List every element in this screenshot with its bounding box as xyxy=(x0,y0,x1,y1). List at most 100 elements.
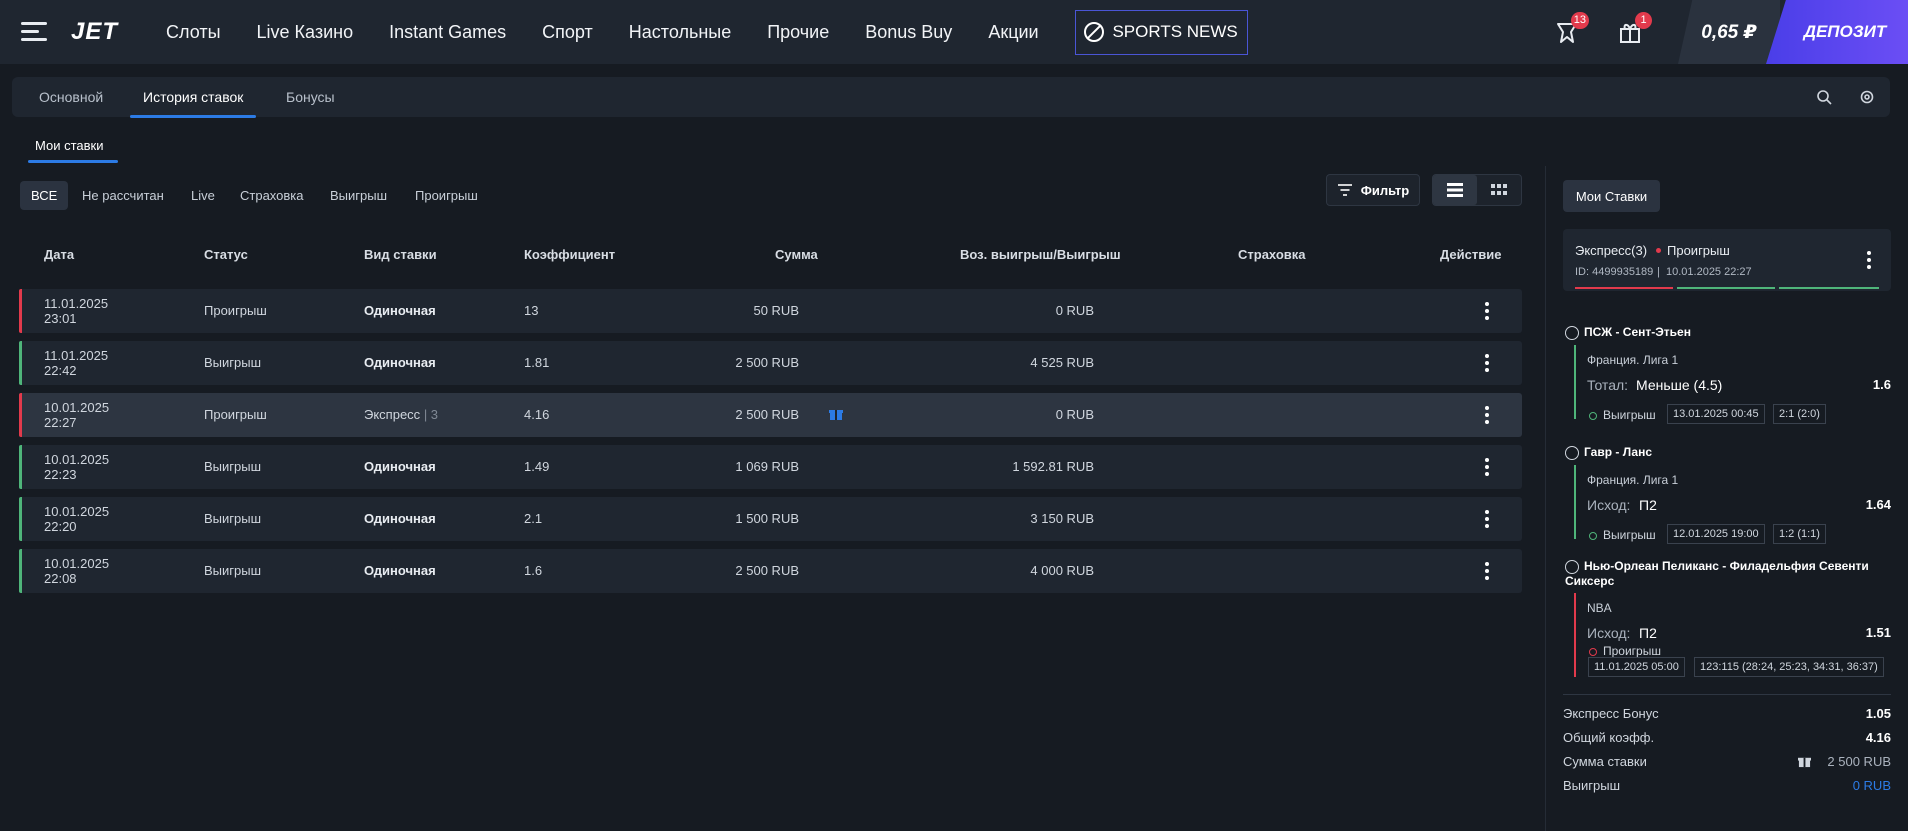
event-result: Проигрыш xyxy=(1603,644,1661,658)
table-row[interactable]: 10.01.2025 22:20 Выигрыш Одиночная 2.1 1 … xyxy=(19,497,1522,541)
filter-live[interactable]: Live xyxy=(191,188,215,203)
bet-status: Проигрыш xyxy=(1667,243,1730,258)
balance[interactable]: 0,65 ₽ xyxy=(1678,0,1780,64)
nav-bonus-buy[interactable]: Bonus Buy xyxy=(865,22,952,43)
bet-summary-card[interactable]: Экспресс(3) Проигрыш ID: 4499935189 | 10… xyxy=(1563,229,1891,291)
bet-type: Экспресс | 3 xyxy=(364,407,439,422)
filter-insurance[interactable]: Страховка xyxy=(240,188,304,203)
event-league: Франция. Лига 1 xyxy=(1587,473,1679,487)
menu-icon[interactable] xyxy=(21,21,51,43)
filter-all[interactable]: ВСЕ xyxy=(20,181,69,210)
filter-win[interactable]: Выигрыш xyxy=(330,188,387,203)
row-menu-icon[interactable] xyxy=(1485,406,1489,424)
bet-payout: 1 592.81 RUB xyxy=(1012,459,1094,474)
grid-view-button[interactable] xyxy=(1477,175,1521,205)
bet-odds: 2.1 xyxy=(524,511,543,526)
row-menu-icon[interactable] xyxy=(1485,354,1489,372)
event-date: 11.01.2025 05:00 xyxy=(1588,657,1685,677)
bet-date: 10.01.2025 22:20 xyxy=(44,504,110,534)
result-stripe xyxy=(19,341,22,385)
gift-icon xyxy=(1798,757,1811,768)
row-menu-icon[interactable] xyxy=(1485,562,1489,580)
tab-my-bets[interactable]: Мои ставки xyxy=(35,138,103,153)
bet-date: 11.01.2025 23:01 xyxy=(44,296,109,326)
event-league: NBA xyxy=(1587,601,1612,615)
bet-date: 10.01.2025 22:27 xyxy=(44,400,110,430)
summary-label: Сумма ставки xyxy=(1563,754,1647,769)
table-row[interactable]: 11.01.2025 23:01 Проигрыш Одиночная 13 50… xyxy=(19,289,1522,333)
basketball-icon xyxy=(1565,559,1579,574)
filter-unsettled[interactable]: Не рассчитан xyxy=(82,188,164,203)
tab-bonuses[interactable]: Бонусы xyxy=(286,89,335,105)
sports-news-button[interactable]: SPORTS NEWS xyxy=(1074,9,1248,55)
event-odds: 1.51 xyxy=(1865,625,1891,640)
nav-sport[interactable]: Спорт xyxy=(542,22,593,43)
table-row[interactable]: 10.01.2025 22:23 Выигрыш Одиночная 1.49 1… xyxy=(19,445,1522,489)
col-payout: Воз. выигрыш/Выигрыш xyxy=(960,247,1121,262)
bet-status: Выигрыш xyxy=(204,459,262,474)
row-menu-icon[interactable] xyxy=(1485,510,1489,528)
sports-news-label: SPORTS NEWS xyxy=(1112,22,1238,41)
event-name: ПСЖ - Сент-Этьен xyxy=(1565,325,1891,340)
panel-divider xyxy=(1545,166,1546,831)
table-row[interactable]: 10.01.2025 22:27 Проигрыш Экспресс | 3 4.… xyxy=(19,393,1522,437)
leg-bar-win xyxy=(1779,287,1879,289)
bet-payout: 4 525 RUB xyxy=(1030,355,1094,370)
bet-id: ID: 4499935189 xyxy=(1575,266,1654,278)
bet-amount: 2 500 RUB xyxy=(735,407,799,422)
card-menu-icon[interactable] xyxy=(1867,251,1871,269)
event-league: Франция. Лига 1 xyxy=(1587,353,1679,367)
event-score: 2:1 (2:0) xyxy=(1773,404,1826,424)
deposit-button[interactable]: ДЕПОЗИТ xyxy=(1766,0,1908,64)
event-pick: П2 xyxy=(1639,497,1657,513)
summary-value: 0 RUB xyxy=(1852,778,1891,793)
nav-promotions[interactable]: Акции xyxy=(988,22,1038,43)
bet-amount: 50 RUB xyxy=(753,303,799,318)
leg-bar-loss xyxy=(1575,287,1673,289)
summary-divider xyxy=(1563,694,1891,695)
result-stripe xyxy=(19,289,22,333)
settings-icon[interactable] xyxy=(1859,89,1875,105)
table-row[interactable]: 10.01.2025 22:08 Выигрыш Одиночная 1.6 2 … xyxy=(19,549,1522,593)
nav-live-casino[interactable]: Live Казино xyxy=(257,22,354,43)
tab-bet-history[interactable]: История ставок xyxy=(143,89,243,105)
gifts-badge: 1 xyxy=(1635,12,1652,29)
col-insurance: Страховка xyxy=(1238,247,1306,262)
gifts-button[interactable]: 1 xyxy=(1616,12,1652,46)
active-tab-indicator xyxy=(130,115,256,118)
bet-status: Проигрыш xyxy=(204,303,267,318)
tab-main[interactable]: Основной xyxy=(39,89,103,105)
row-menu-icon[interactable] xyxy=(1485,302,1489,320)
table-row[interactable]: 11.01.2025 22:42 Выигрыш Одиночная 1.81 2… xyxy=(19,341,1522,385)
row-menu-icon[interactable] xyxy=(1485,458,1489,476)
bet-payout: 0 RUB xyxy=(1055,303,1094,318)
bet-type: Одиночная xyxy=(364,303,436,318)
logo[interactable]: JET xyxy=(71,18,118,46)
filter-icon xyxy=(1337,184,1352,196)
notifications-button[interactable]: 13 xyxy=(1553,12,1589,46)
bet-odds: 4.16 xyxy=(524,407,550,422)
search-icon[interactable] xyxy=(1816,89,1832,105)
nav-instant-games[interactable]: Instant Games xyxy=(389,22,506,43)
bet-odds: 1.81 xyxy=(524,355,550,370)
event-line xyxy=(1574,465,1576,539)
bet-status: Проигрыш xyxy=(204,407,267,422)
event-name: Нью-Орлеан Пеликанс - Филадельфия Севент… xyxy=(1565,559,1869,588)
bet-amount: 2 500 RUB xyxy=(735,355,799,370)
list-icon xyxy=(1447,183,1463,197)
bet-payout: 4 000 RUB xyxy=(1030,563,1094,578)
nav-table-games[interactable]: Настольные xyxy=(629,22,731,43)
list-view-button[interactable] xyxy=(1433,175,1477,205)
notifications-badge: 13 xyxy=(1570,12,1589,29)
summary-value: 1.05 xyxy=(1865,706,1891,721)
view-toggle xyxy=(1432,174,1522,206)
nav-slots[interactable]: Слоты xyxy=(166,22,221,43)
filter-button[interactable]: Фильтр xyxy=(1326,174,1420,206)
filter-loss[interactable]: Проигрыш xyxy=(415,188,478,203)
result-dot xyxy=(1589,648,1597,656)
nav-other[interactable]: Прочие xyxy=(767,22,829,43)
bet-status: Выигрыш xyxy=(204,511,262,526)
panel-title[interactable]: Мои Ставки xyxy=(1563,180,1660,212)
summary-label: Экспресс Бонус xyxy=(1563,706,1659,721)
result-stripe xyxy=(19,497,22,541)
